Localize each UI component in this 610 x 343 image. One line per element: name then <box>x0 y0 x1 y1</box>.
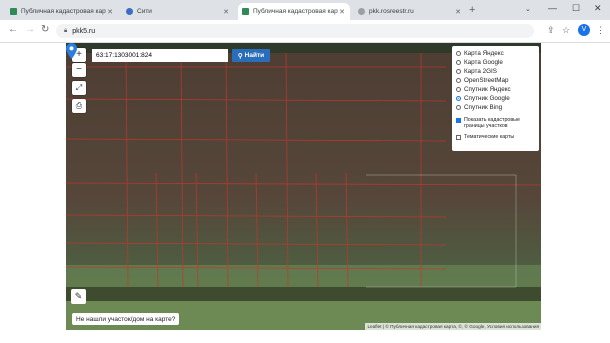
lock-icon: 🔒︎ <box>64 27 68 34</box>
close-icon[interactable]: ✕ <box>338 8 346 16</box>
radio-icon[interactable] <box>456 51 461 56</box>
tab-strip: Публичная кадастровая карта ✕ Сити ✕ Пуб… <box>0 0 610 20</box>
tab-title: Публичная кадастровая карта <box>21 8 106 15</box>
radio-icon[interactable] <box>456 87 461 92</box>
radio-icon[interactable] <box>456 105 461 110</box>
close-window-icon[interactable]: ✕ <box>594 3 602 14</box>
page-content: + − ⤢ ⎙ ⚲ Найти Карта Яндекс Карта Googl… <box>0 43 610 343</box>
search-icon: ⚲ <box>237 52 243 60</box>
layer-option[interactable]: OpenStreetMap <box>456 76 535 85</box>
cadastral-search-input[interactable] <box>92 49 228 62</box>
tab-2[interactable]: Публичная кадастровая карта ✕ <box>238 3 350 20</box>
forward-icon[interactable]: → <box>25 24 35 35</box>
site-favicon-icon <box>126 8 133 15</box>
tab-title: Сити <box>137 8 152 15</box>
share-icon[interactable]: ⇪ <box>547 25 555 36</box>
fullscreen-icon[interactable]: ⤢ <box>72 81 86 95</box>
address-bar[interactable]: 🔒︎ pkk5.ru <box>56 24 534 38</box>
ruler-icon[interactable]: ✎ <box>71 289 86 304</box>
layer-switcher: Карта Яндекс Карта Google Карта 2GIS Ope… <box>452 46 539 151</box>
close-icon[interactable]: ✕ <box>222 8 230 16</box>
close-icon[interactable]: ✕ <box>454 8 462 16</box>
close-icon[interactable]: ✕ <box>106 8 114 16</box>
radio-icon[interactable] <box>456 60 461 65</box>
not-found-link[interactable]: Не нашли участок/дом на карте? <box>72 313 180 325</box>
radio-selected-icon[interactable] <box>456 96 461 101</box>
tab-0[interactable]: Публичная кадастровая карта ✕ <box>6 3 118 20</box>
back-icon[interactable]: ← <box>8 24 18 35</box>
browser-toolbar: ← → ↻ 🔒︎ pkk5.ru ⇪ ☆ V ⋮ <box>0 20 610 43</box>
cadastral-favicon-icon <box>10 8 17 15</box>
tab-title: pkk.rosreestr.ru <box>369 8 414 15</box>
tab-title: Публичная кадастровая карта <box>253 8 338 15</box>
menu-icon[interactable]: ⋮ <box>596 25 605 36</box>
tab-1[interactable]: Сити ✕ <box>122 3 234 20</box>
checkbox-icon[interactable] <box>456 135 461 140</box>
location-pin-icon[interactable] <box>66 43 77 59</box>
cadastral-map[interactable]: + − ⤢ ⎙ ⚲ Найти Карта Яндекс Карта Googl… <box>66 43 541 330</box>
url-text: pkk5.ru <box>72 27 96 35</box>
tab-search-icon[interactable]: ⌄ <box>525 5 531 13</box>
maximize-icon[interactable]: ☐ <box>572 3 580 14</box>
search-button[interactable]: ⚲ Найти <box>232 49 270 62</box>
avatar[interactable]: V <box>578 24 590 36</box>
search-button-label: Найти <box>244 52 265 59</box>
radio-icon[interactable] <box>456 69 461 74</box>
print-icon[interactable]: ⎙ <box>72 99 86 113</box>
globe-icon <box>358 8 365 15</box>
show-borders-option[interactable]: Показать кадастровые границы участков <box>456 117 535 129</box>
new-tab-icon[interactable]: + <box>469 4 475 16</box>
layer-option[interactable]: Спутник Bing <box>456 103 535 112</box>
layer-option[interactable]: Карта Яндекс <box>456 49 535 58</box>
layer-option[interactable]: Карта 2GIS <box>456 67 535 76</box>
radio-icon[interactable] <box>456 78 461 83</box>
zoom-out-button[interactable]: − <box>72 63 86 77</box>
bookmark-star-icon[interactable]: ☆ <box>562 25 570 36</box>
thematic-maps-option[interactable]: Тематические карты <box>456 134 535 140</box>
reload-icon[interactable]: ↻ <box>41 24 49 35</box>
cadastral-favicon-icon <box>242 8 249 15</box>
minimize-icon[interactable]: — <box>548 3 557 13</box>
map-attribution: Leaflet | © Публичная кадастровая карта,… <box>365 323 541 330</box>
tab-3[interactable]: pkk.rosreestr.ru ✕ <box>354 3 466 20</box>
checkbox-checked-icon[interactable] <box>456 118 461 123</box>
layer-option[interactable]: Карта Google <box>456 58 535 67</box>
layer-option[interactable]: Спутник Google <box>456 94 535 103</box>
layer-option[interactable]: Спутник Яндекс <box>456 85 535 94</box>
